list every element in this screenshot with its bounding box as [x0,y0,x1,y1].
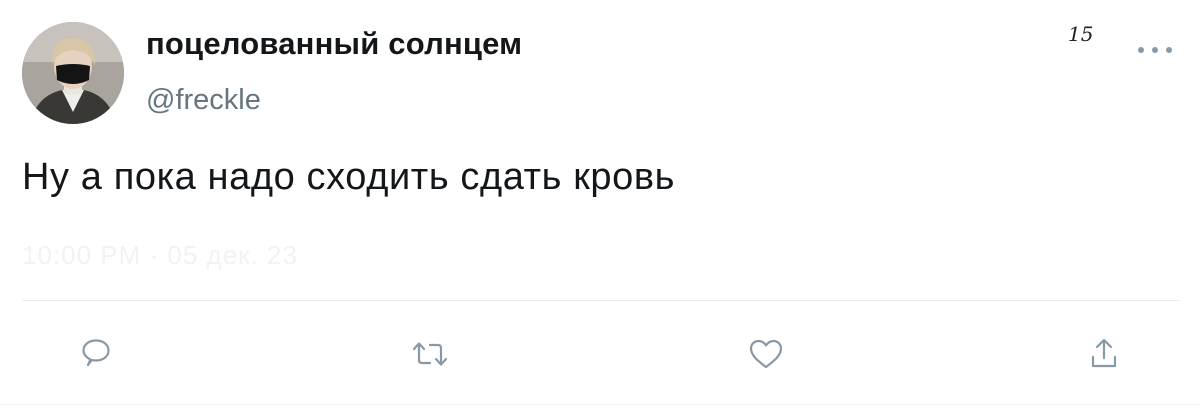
like-button[interactable] [746,334,786,374]
more-dot [1138,47,1144,53]
tweet-timestamp[interactable]: 10:00 PM · 05 дек. 23 [22,240,298,271]
retweet-button[interactable] [410,334,450,374]
more-dot [1166,47,1172,53]
more-dot [1152,47,1158,53]
handwritten-mark: 15 [1068,22,1094,46]
user-handle[interactable]: @freckle [146,84,261,117]
share-icon [1091,338,1117,368]
reply-icon [82,339,110,367]
bottom-divider [0,404,1200,405]
heart-icon [749,339,783,369]
reply-button[interactable] [76,334,116,374]
avatar-photo [22,22,124,124]
retweet-icon [412,342,448,366]
more-options-button[interactable] [1138,40,1172,60]
divider [22,300,1180,301]
tweet-text: Ну а пока надо сходить сдать кровь [22,156,676,198]
avatar[interactable] [22,22,124,124]
share-button[interactable] [1084,334,1124,374]
tweet-card: поцелованный солнцем @freckle 15 Ну а по… [0,0,1200,414]
display-name[interactable]: поцелованный солнцем [146,26,522,62]
